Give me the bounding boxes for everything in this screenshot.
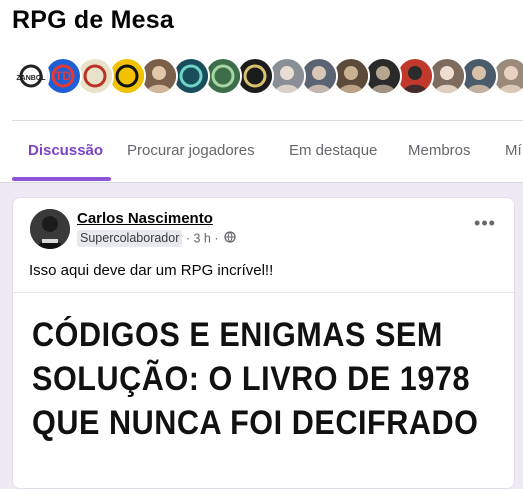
post-card: Carlos Nascimento Supercolaborador · 3 h… [12,197,515,489]
post-image[interactable]: CÓDIGOS E ENIGMAS SEM SOLUÇÃO: O LIVRO D… [13,292,514,488]
tab-midia[interactable]: Mí [505,121,522,181]
author-avatar[interactable] [30,209,70,249]
person-avatar-icon [30,209,70,249]
tab-discussao[interactable]: Discussão [28,121,103,181]
person-avatar-icon [398,59,432,93]
avatar-logo-text: TD [55,69,71,83]
headline-line: QUE NUNCA FOI DECIFRADO [32,404,479,442]
avatar-logo-text: ZANBOL [16,75,46,82]
person-avatar-icon [430,59,464,93]
more-options-icon[interactable]: ••• [474,214,496,232]
tab-procurar-jogadores[interactable]: Procurar jogadores [127,121,255,181]
logo-avatar-icon [238,59,272,93]
member-avatar[interactable]: ZANBOL [12,57,50,95]
person-avatar-icon [302,59,336,93]
group-tabs: Discussão Procurar jogadores Em destaque… [0,121,523,181]
logo-avatar-icon [206,59,240,93]
person-avatar-icon [366,59,400,93]
logo-avatar-icon [174,59,208,93]
author-name[interactable]: Carlos Nascimento [77,210,213,227]
person-avatar-icon [494,59,523,93]
logo-avatar-icon [78,59,112,93]
post-time[interactable]: · 3 h · [186,232,219,246]
headline-line: SOLUÇÃO: O LIVRO DE 1978 [32,360,471,398]
member-avatars[interactable]: ZANBOL TD [12,57,523,95]
post-meta: Supercolaborador · 3 h · [77,230,236,248]
logo-avatar-icon [110,59,144,93]
headline-line: CÓDIGOS E ENIGMAS SEM [32,316,443,354]
active-tab-indicator [12,177,111,181]
tab-em-destaque[interactable]: Em destaque [289,121,377,181]
group-header: RPG de Mesa ZANBOL TD Discussão Procurar … [0,0,523,183]
post-text: Isso aqui deve dar um RPG incrível!! [29,262,274,279]
person-avatar-icon [270,59,304,93]
image-headline: CÓDIGOS E ENIGMAS SEM SOLUÇÃO: O LIVRO D… [32,313,479,445]
logo-avatar-icon: ZANBOL [14,59,48,93]
globe-icon [224,231,236,246]
person-avatar-icon [462,59,496,93]
status-badge[interactable]: Supercolaborador [77,230,183,247]
logo-avatar-icon: TD [46,59,80,93]
tab-membros[interactable]: Membros [408,121,471,181]
person-avatar-icon [142,59,176,93]
person-avatar-icon [334,59,368,93]
group-title[interactable]: RPG de Mesa [12,6,174,35]
